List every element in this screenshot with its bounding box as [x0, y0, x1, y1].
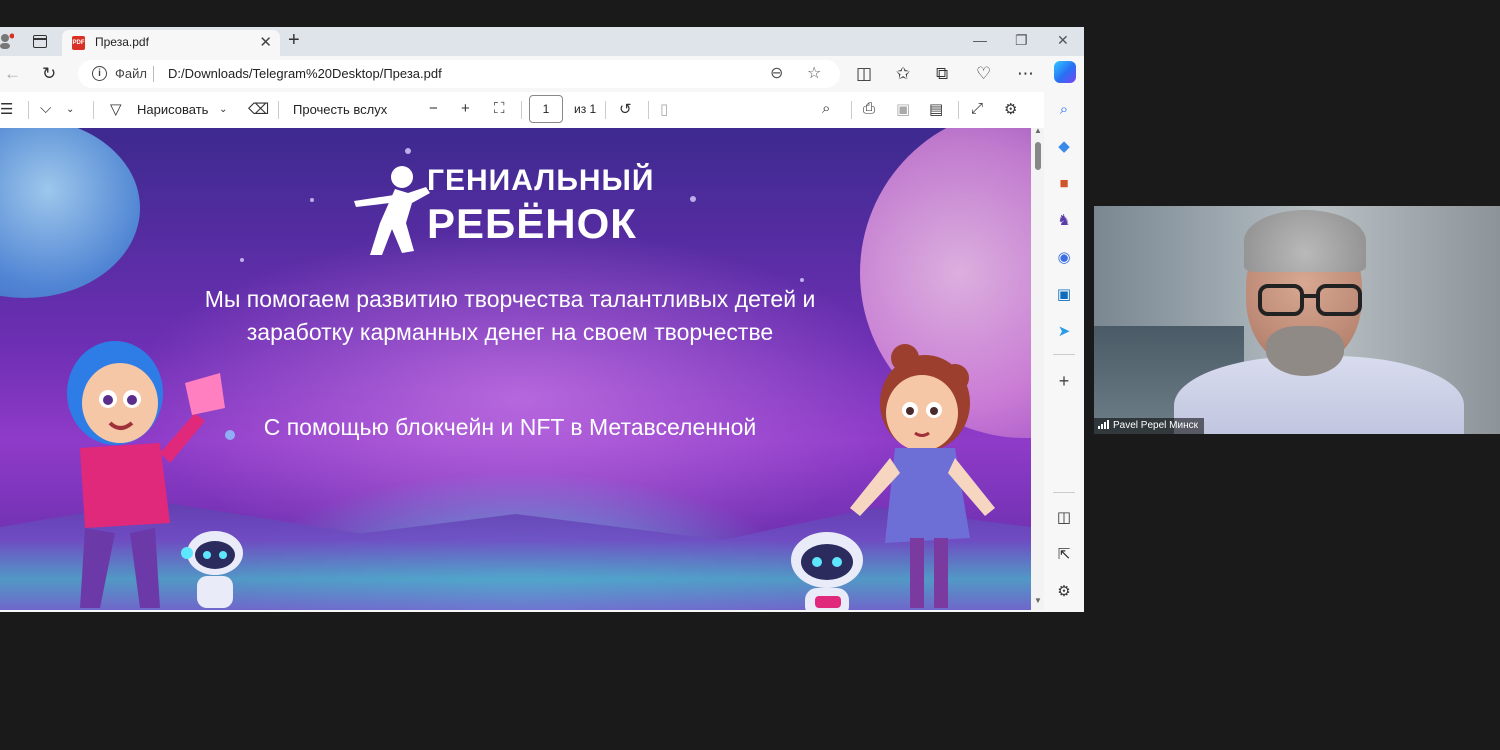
- print-icon[interactable]: ⎙: [863, 100, 875, 117]
- sidebar-divider: [1053, 492, 1075, 493]
- browser-window: PDF Преза.pdf ✕ + — ❐ ✕ ← ↻ i Файл D:/Do…: [0, 27, 1084, 612]
- sidebar-settings-gear-icon[interactable]: ⚙: [1055, 583, 1073, 601]
- profile-avatar-icon[interactable]: [0, 33, 14, 49]
- participant-hair: [1244, 210, 1366, 272]
- pdf-page-viewer[interactable]: ГЕНИАЛЬНЫЙ РЕБЁНОК Мы помогаем развитию …: [0, 128, 1031, 610]
- drop-send-icon[interactable]: ➤: [1055, 323, 1073, 341]
- hide-sidebar-icon[interactable]: ◫: [1055, 509, 1073, 527]
- toolbar-divider: [278, 101, 279, 119]
- brand-title-line1: ГЕНИАЛЬНЫЙ: [427, 164, 655, 197]
- star-decoration: [800, 278, 804, 282]
- toolbar-divider: [648, 101, 649, 119]
- participant-name-tag: Pavel Pepel Минск: [1094, 418, 1204, 434]
- fullscreen-icon[interactable]: ⤢: [971, 100, 983, 117]
- slide-tagline: Мы помогаем развитию творчества талантли…: [204, 286, 816, 345]
- contents-list-icon[interactable]: ☰: [0, 100, 13, 118]
- star-decoration: [405, 148, 411, 154]
- site-label: Файл: [115, 66, 147, 81]
- glasses-illustration: [1258, 284, 1362, 316]
- restore-icon[interactable]: ❐: [1015, 32, 1028, 49]
- new-tab-button[interactable]: +: [288, 29, 300, 52]
- pdf-toolbar: ☰ ⌵ ⌄ ▽ Нарисовать ⌄ ⌫ Прочесть вслух − …: [0, 92, 1044, 129]
- read-aloud-button[interactable]: Прочесть вслух: [293, 102, 387, 117]
- settings-gear-icon[interactable]: ⚙: [1004, 100, 1017, 118]
- microsoft-365-icon[interactable]: ◉: [1055, 249, 1073, 267]
- navigation-bar: ← ↻ i Файл D:/Downloads/Telegram%20Deskt…: [0, 56, 1084, 92]
- page-total: из 1: [574, 102, 597, 116]
- games-chess-icon[interactable]: ♞: [1055, 212, 1073, 230]
- tab-active[interactable]: PDF Преза.pdf ✕: [62, 30, 280, 56]
- robot-character-illustration: [791, 532, 863, 610]
- browser-essentials-icon[interactable]: ♡: [976, 64, 991, 84]
- zoom-icon[interactable]: ⊖: [770, 63, 783, 83]
- toolbar-divider: [605, 101, 606, 119]
- more-menu-icon[interactable]: ⋯: [1017, 64, 1034, 84]
- participant-video-tile[interactable]: Pavel Pepel Минск: [1094, 206, 1500, 434]
- tab-actions-icon[interactable]: [33, 35, 47, 48]
- tab-strip: PDF Преза.pdf ✕ + — ❐ ✕: [0, 27, 1084, 56]
- refresh-icon[interactable]: ↻: [42, 64, 56, 84]
- outlook-icon[interactable]: ▣: [1055, 286, 1073, 304]
- add-sidebar-app-icon[interactable]: +: [1055, 372, 1073, 390]
- draw-icon[interactable]: ▽: [110, 100, 122, 118]
- save-as-icon[interactable]: ▤: [929, 100, 943, 118]
- vertical-scrollbar[interactable]: ▲ ▼: [1031, 126, 1044, 610]
- address-bar[interactable]: i Файл D:/Downloads/Telegram%20Desktop/П…: [78, 60, 840, 88]
- sidebar-divider: [1053, 354, 1075, 355]
- scroll-down-icon[interactable]: ▼: [1034, 596, 1042, 605]
- open-external-icon[interactable]: ⇱: [1055, 546, 1073, 564]
- save-icon[interactable]: ▣: [896, 100, 910, 118]
- zoom-out-icon[interactable]: −: [429, 100, 438, 117]
- toolbar-divider: [851, 101, 852, 119]
- favorite-star-icon[interactable]: ☆: [807, 63, 821, 83]
- star-decoration: [310, 198, 314, 202]
- brand-title-line2: РЕБЁНОК: [427, 200, 637, 247]
- star-decoration: [690, 196, 696, 202]
- toolbar-divider: [521, 101, 522, 119]
- address-divider: [153, 66, 154, 82]
- planet-illustration: [0, 128, 140, 298]
- robot-character-illustration: [181, 531, 243, 608]
- slide-subtagline: С помощью блокчейн и NFT в Метавселенной: [263, 414, 757, 440]
- shopping-tag-icon[interactable]: ◆: [1055, 138, 1073, 156]
- participant-beard: [1266, 326, 1344, 376]
- pdf-file-icon: PDF: [72, 36, 85, 50]
- tab-title: Преза.pdf: [95, 35, 149, 49]
- close-window-icon[interactable]: ✕: [1057, 32, 1069, 49]
- page-view-icon[interactable]: ▯: [660, 100, 668, 118]
- toolbar-divider: [958, 101, 959, 119]
- info-icon[interactable]: i: [92, 66, 107, 81]
- tools-briefcase-icon[interactable]: ■: [1055, 175, 1073, 193]
- split-screen-icon[interactable]: ◫: [856, 64, 872, 84]
- back-icon[interactable]: ←: [4, 64, 21, 84]
- search-icon[interactable]: ⌕: [822, 100, 830, 117]
- edge-sidebar: ⌕ ◆ ■ ♞ ◉ ▣ ➤ + ◫ ⇱ ⚙: [1044, 92, 1084, 612]
- star-decoration: [240, 258, 244, 262]
- fit-page-icon[interactable]: ⛶: [494, 100, 505, 117]
- rotate-icon[interactable]: ↺: [619, 100, 632, 118]
- minimize-icon[interactable]: —: [973, 32, 987, 48]
- favorites-icon[interactable]: ✩: [896, 64, 910, 84]
- toolbar-divider: [93, 101, 94, 119]
- eraser-icon[interactable]: ⌫: [248, 100, 269, 118]
- scrollbar-thumb[interactable]: [1035, 142, 1041, 170]
- draw-button[interactable]: Нарисовать: [137, 102, 208, 117]
- close-tab-icon[interactable]: ✕: [259, 33, 272, 51]
- highlight-dropdown-icon[interactable]: ⌄: [66, 104, 74, 115]
- zoom-in-icon[interactable]: +: [461, 100, 470, 117]
- search-icon[interactable]: ⌕: [1055, 101, 1073, 119]
- participant-name: Pavel Pepel Минск: [1113, 420, 1198, 431]
- draw-dropdown-icon[interactable]: ⌄: [219, 104, 227, 115]
- copilot-icon[interactable]: [1054, 61, 1076, 83]
- collections-icon[interactable]: ⧉: [936, 64, 948, 84]
- url-text[interactable]: D:/Downloads/Telegram%20Desktop/Преза.pd…: [168, 66, 442, 81]
- page-number-input[interactable]: 1: [529, 95, 563, 123]
- scroll-up-icon[interactable]: ▲: [1034, 126, 1042, 135]
- signal-strength-icon: [1098, 420, 1109, 429]
- highlight-icon[interactable]: ⌵: [40, 100, 51, 117]
- toolbar-divider: [28, 101, 29, 119]
